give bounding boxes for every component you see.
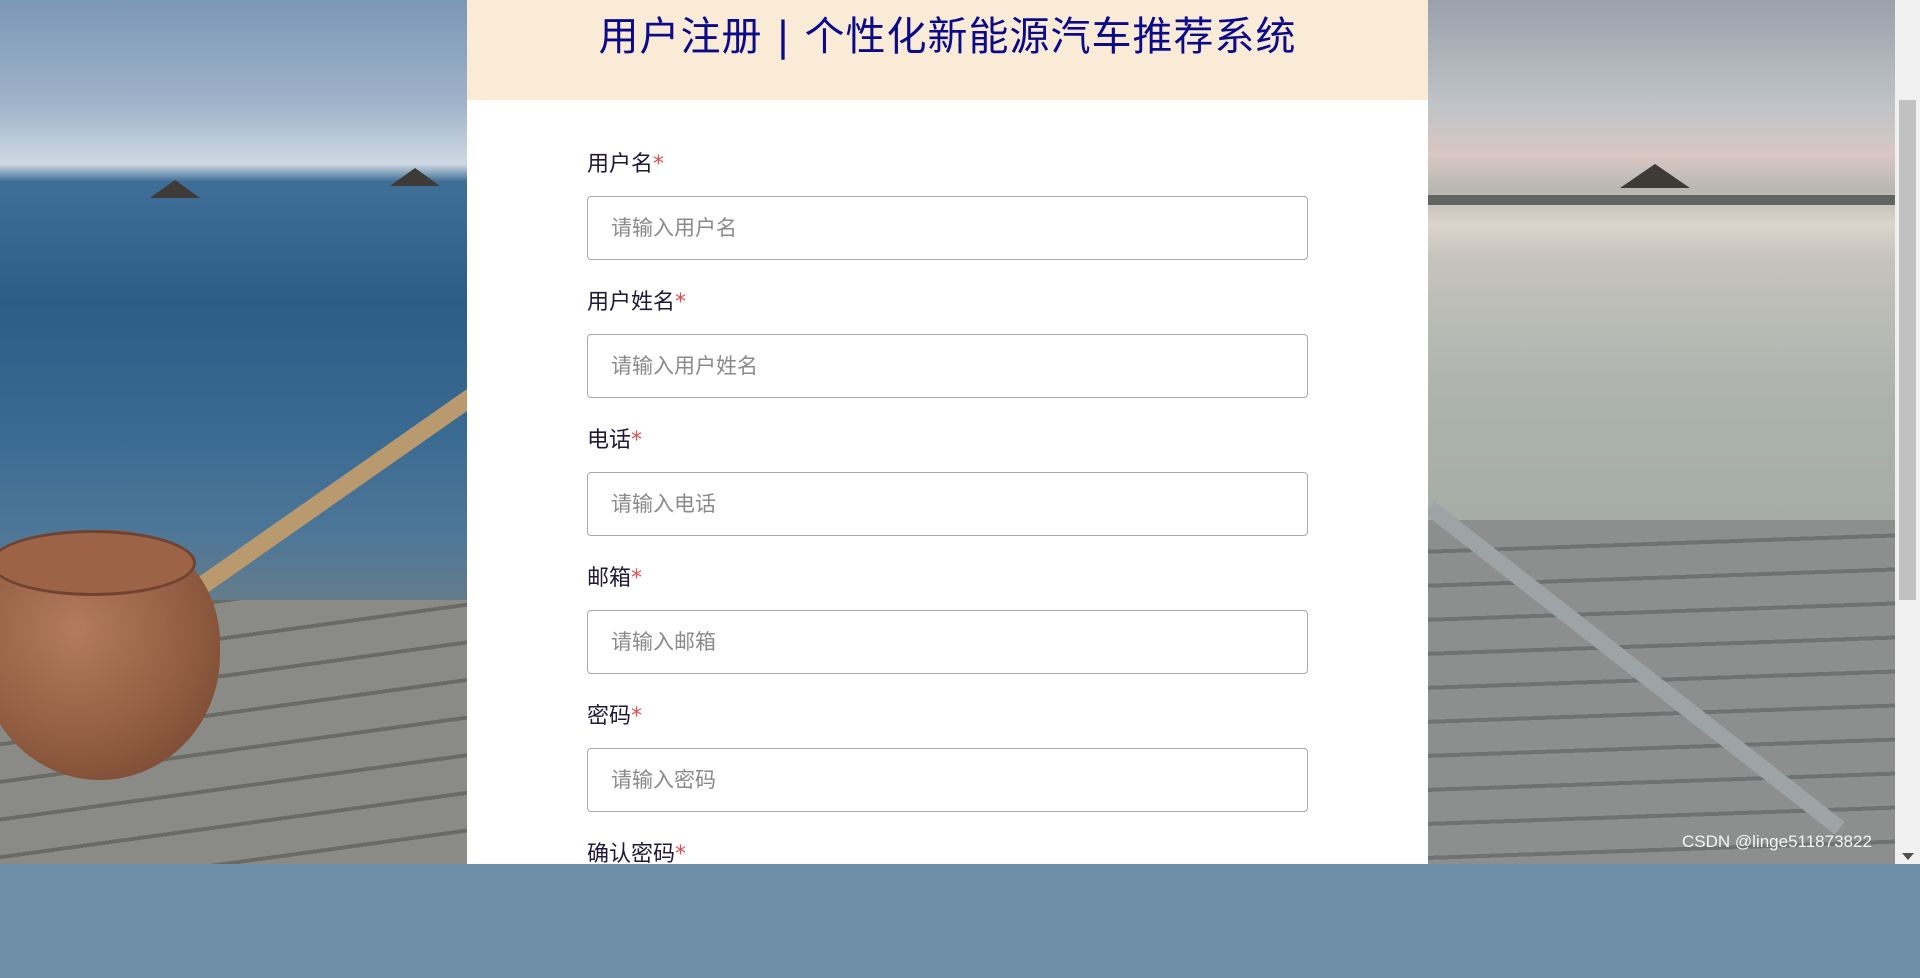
required-mark: *	[653, 152, 665, 177]
page-title: 用户注册 | 个性化新能源汽车推荐系统	[598, 14, 1297, 60]
phone-label: 电话*	[587, 428, 643, 453]
username-label: 用户名*	[587, 152, 665, 177]
panel-header: 用户注册 | 个性化新能源汽车推荐系统	[467, 0, 1428, 100]
phone-field: 电话*	[587, 426, 1308, 564]
phone-input[interactable]	[587, 472, 1308, 536]
confirm-password-label: 确认密码*	[587, 842, 687, 867]
pier-silhouette	[1428, 195, 1895, 205]
required-mark: *	[631, 566, 643, 591]
hut-silhouette	[390, 168, 440, 186]
fullname-label: 用户姓名*	[587, 290, 687, 315]
email-field: 邮箱*	[587, 564, 1308, 702]
register-panel: 用户注册 | 个性化新能源汽车推荐系统 用户名* 用户姓名* 电话* 邮箱* 密…	[467, 0, 1428, 867]
password-label: 密码*	[587, 704, 643, 729]
email-label: 邮箱*	[587, 566, 643, 591]
register-form: 用户名* 用户姓名* 电话* 邮箱* 密码* 确认密码*	[587, 150, 1308, 978]
hut-silhouette	[150, 180, 200, 198]
password-input[interactable]	[587, 748, 1308, 812]
page-scrollbar[interactable]	[1895, 0, 1920, 864]
scroll-down-arrow-icon[interactable]	[1902, 853, 1914, 860]
password-field: 密码*	[587, 702, 1308, 840]
scrollbar-thumb[interactable]	[1899, 100, 1916, 600]
fullname-input[interactable]	[587, 334, 1308, 398]
required-mark: *	[675, 842, 687, 867]
background-image-left	[0, 0, 467, 864]
username-field: 用户名*	[587, 150, 1308, 288]
required-mark: *	[675, 290, 687, 315]
email-input[interactable]	[587, 610, 1308, 674]
confirm-password-field: 确认密码*	[587, 840, 1307, 978]
username-input[interactable]	[587, 196, 1308, 260]
watermark-text: CSDN @linge511873822	[1682, 832, 1872, 851]
fullname-field: 用户姓名*	[587, 288, 1308, 426]
required-mark: *	[631, 704, 643, 729]
required-mark: *	[631, 428, 643, 453]
